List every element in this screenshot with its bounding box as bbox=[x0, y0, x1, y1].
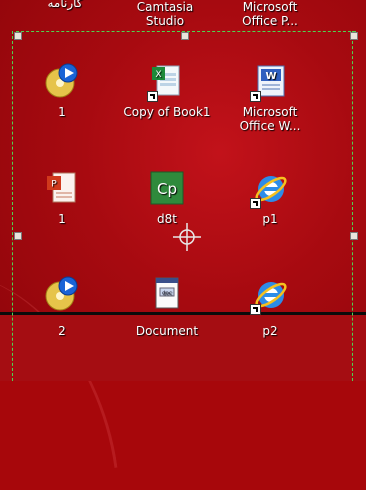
svg-text:Cp: Cp bbox=[157, 180, 177, 198]
desktop-icon-copy-of-book1[interactable]: X Copy of Book1 bbox=[117, 63, 217, 119]
icon-label: کارنامه bbox=[47, 0, 83, 10]
desktop-icon-media-2[interactable]: 2 bbox=[12, 276, 112, 338]
selection-marquee-right bbox=[352, 31, 353, 381]
media-disc-icon bbox=[44, 276, 80, 312]
shortcut-arrow-icon bbox=[250, 198, 261, 209]
icon-label: p1 bbox=[262, 212, 278, 226]
media-disc-icon bbox=[44, 63, 80, 99]
desktop-icon-office-p[interactable]: Microsoft Office P... bbox=[220, 0, 320, 28]
resize-handle-middle-right[interactable] bbox=[350, 232, 358, 240]
resize-handle-middle-left[interactable] bbox=[14, 232, 22, 240]
icon-label-line2: Office P... bbox=[242, 14, 298, 28]
desktop-icon-media-1[interactable]: 1 bbox=[12, 63, 112, 119]
icon-label: 1 bbox=[58, 105, 66, 119]
captivate-icon: Cp bbox=[149, 170, 185, 206]
powerpoint-file-icon: P bbox=[44, 170, 80, 206]
svg-text:doc: doc bbox=[162, 291, 172, 297]
icon-label: 2 bbox=[58, 324, 66, 338]
document-file-icon: doc bbox=[149, 276, 185, 312]
desktop-icon-p2[interactable]: p2 bbox=[220, 276, 320, 338]
move-cursor-icon bbox=[172, 222, 202, 252]
desktop-icon-ppt-1[interactable]: P 1 bbox=[12, 170, 112, 226]
svg-text:X: X bbox=[155, 70, 161, 80]
icon-label: p2 bbox=[262, 324, 278, 338]
desktop-icon-document[interactable]: doc Document bbox=[117, 276, 217, 338]
icon-label: Copy of Book1 bbox=[123, 105, 211, 119]
resize-handle-top-right[interactable] bbox=[350, 32, 358, 40]
internet-explorer-icon bbox=[250, 170, 288, 209]
icon-label-line1: Camtasia bbox=[136, 0, 194, 14]
desktop-icon-ms-office-word[interactable]: W Microsoft Office W... bbox=[220, 63, 320, 133]
excel-file-icon: X bbox=[147, 63, 185, 102]
svg-text:P: P bbox=[51, 180, 57, 190]
resize-handle-top-left[interactable] bbox=[14, 32, 22, 40]
resize-handle-top-center[interactable] bbox=[181, 32, 189, 40]
icon-label: 1 bbox=[58, 212, 66, 226]
desktop-icon-d8t[interactable]: Cp d8t bbox=[117, 170, 217, 226]
desktop-icon-p1[interactable]: p1 bbox=[220, 170, 320, 226]
svg-text:W: W bbox=[265, 71, 276, 82]
word-document-icon: W bbox=[250, 63, 288, 102]
shortcut-arrow-icon bbox=[250, 304, 261, 315]
icon-label-line1: Microsoft bbox=[242, 0, 298, 14]
icon-label: d8t bbox=[157, 212, 177, 226]
internet-explorer-icon bbox=[250, 276, 288, 315]
shortcut-arrow-icon bbox=[147, 91, 158, 102]
icon-label: Document bbox=[135, 324, 199, 338]
icon-label: Microsoft Office W... bbox=[239, 105, 301, 133]
desktop-icon-camtasia[interactable]: Camtasia Studio bbox=[115, 0, 215, 28]
shortcut-arrow-icon bbox=[250, 91, 261, 102]
desktop-icon-label-rtl[interactable]: کارنامه bbox=[15, 0, 115, 10]
icon-label-line2: Studio bbox=[145, 14, 185, 28]
